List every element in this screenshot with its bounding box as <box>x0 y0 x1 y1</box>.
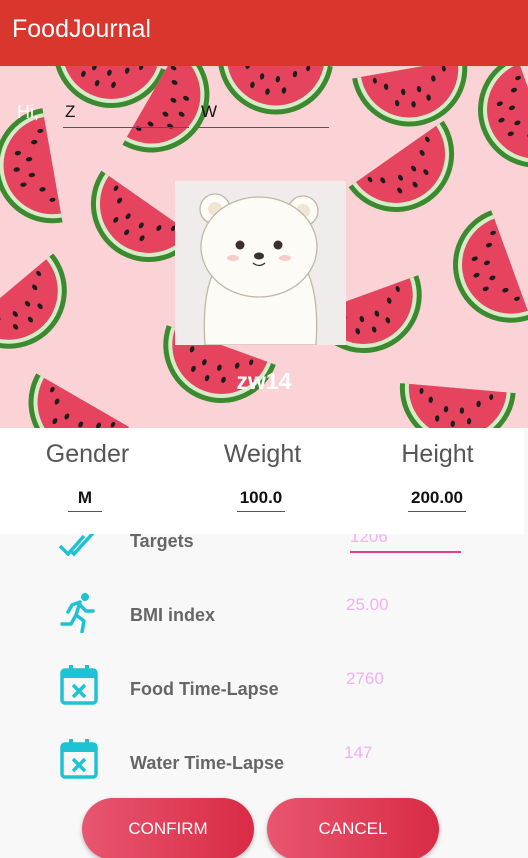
water-timelapse-label: Water Time-Lapse <box>130 753 285 773</box>
greeting-label: Hi, <box>17 102 39 122</box>
bmi-value: 25.00 <box>346 595 389 614</box>
last-name-value: W <box>201 102 218 121</box>
app-bar: FoodJournal <box>0 0 528 66</box>
weight-field[interactable]: 100.0 <box>237 488 285 512</box>
food-timelapse-label: Food Time-Lapse <box>130 679 279 699</box>
calendar-x-icon <box>60 739 98 779</box>
body-stats-panel: Gender M Weight 100.0 Height 200.00 <box>0 428 524 534</box>
targets-label: Targets <box>130 534 194 551</box>
polar-bear-icon <box>175 181 346 345</box>
bmi-label: BMI index <box>130 605 216 625</box>
weight-label: Weight <box>223 440 302 468</box>
gender-label: Gender <box>45 440 130 468</box>
metrics-list[interactable]: Targets 1206 BMI index 25.00 Food Time-L… <box>0 534 528 858</box>
height-label: Height <box>401 440 474 468</box>
gender-stat: Gender M <box>0 428 175 534</box>
targets-value[interactable]: 1206 <box>350 534 388 547</box>
last-name-input[interactable]: W <box>199 96 329 128</box>
weight-stat: Weight 100.0 <box>175 428 350 534</box>
profile-avatar[interactable] <box>175 181 346 345</box>
calendar-x-icon <box>60 665 98 705</box>
height-field[interactable]: 200.00 <box>408 488 466 512</box>
running-icon <box>60 593 95 633</box>
confirm-button[interactable]: CONFIRM <box>82 798 254 858</box>
water-timelapse-value: 147 <box>344 743 373 762</box>
food-timelapse-value: 2760 <box>346 669 384 688</box>
username-label: zw14 <box>236 368 292 394</box>
gender-field[interactable]: M <box>68 488 102 512</box>
first-name-value: Z <box>65 102 76 121</box>
targets-input-underline <box>350 551 461 553</box>
double-check-icon <box>58 534 95 557</box>
first-name-input[interactable]: Z <box>63 96 189 128</box>
height-stat: Height 200.00 <box>350 428 525 534</box>
app-title: FoodJournal <box>12 15 151 43</box>
cancel-button[interactable]: CANCEL <box>267 798 439 858</box>
